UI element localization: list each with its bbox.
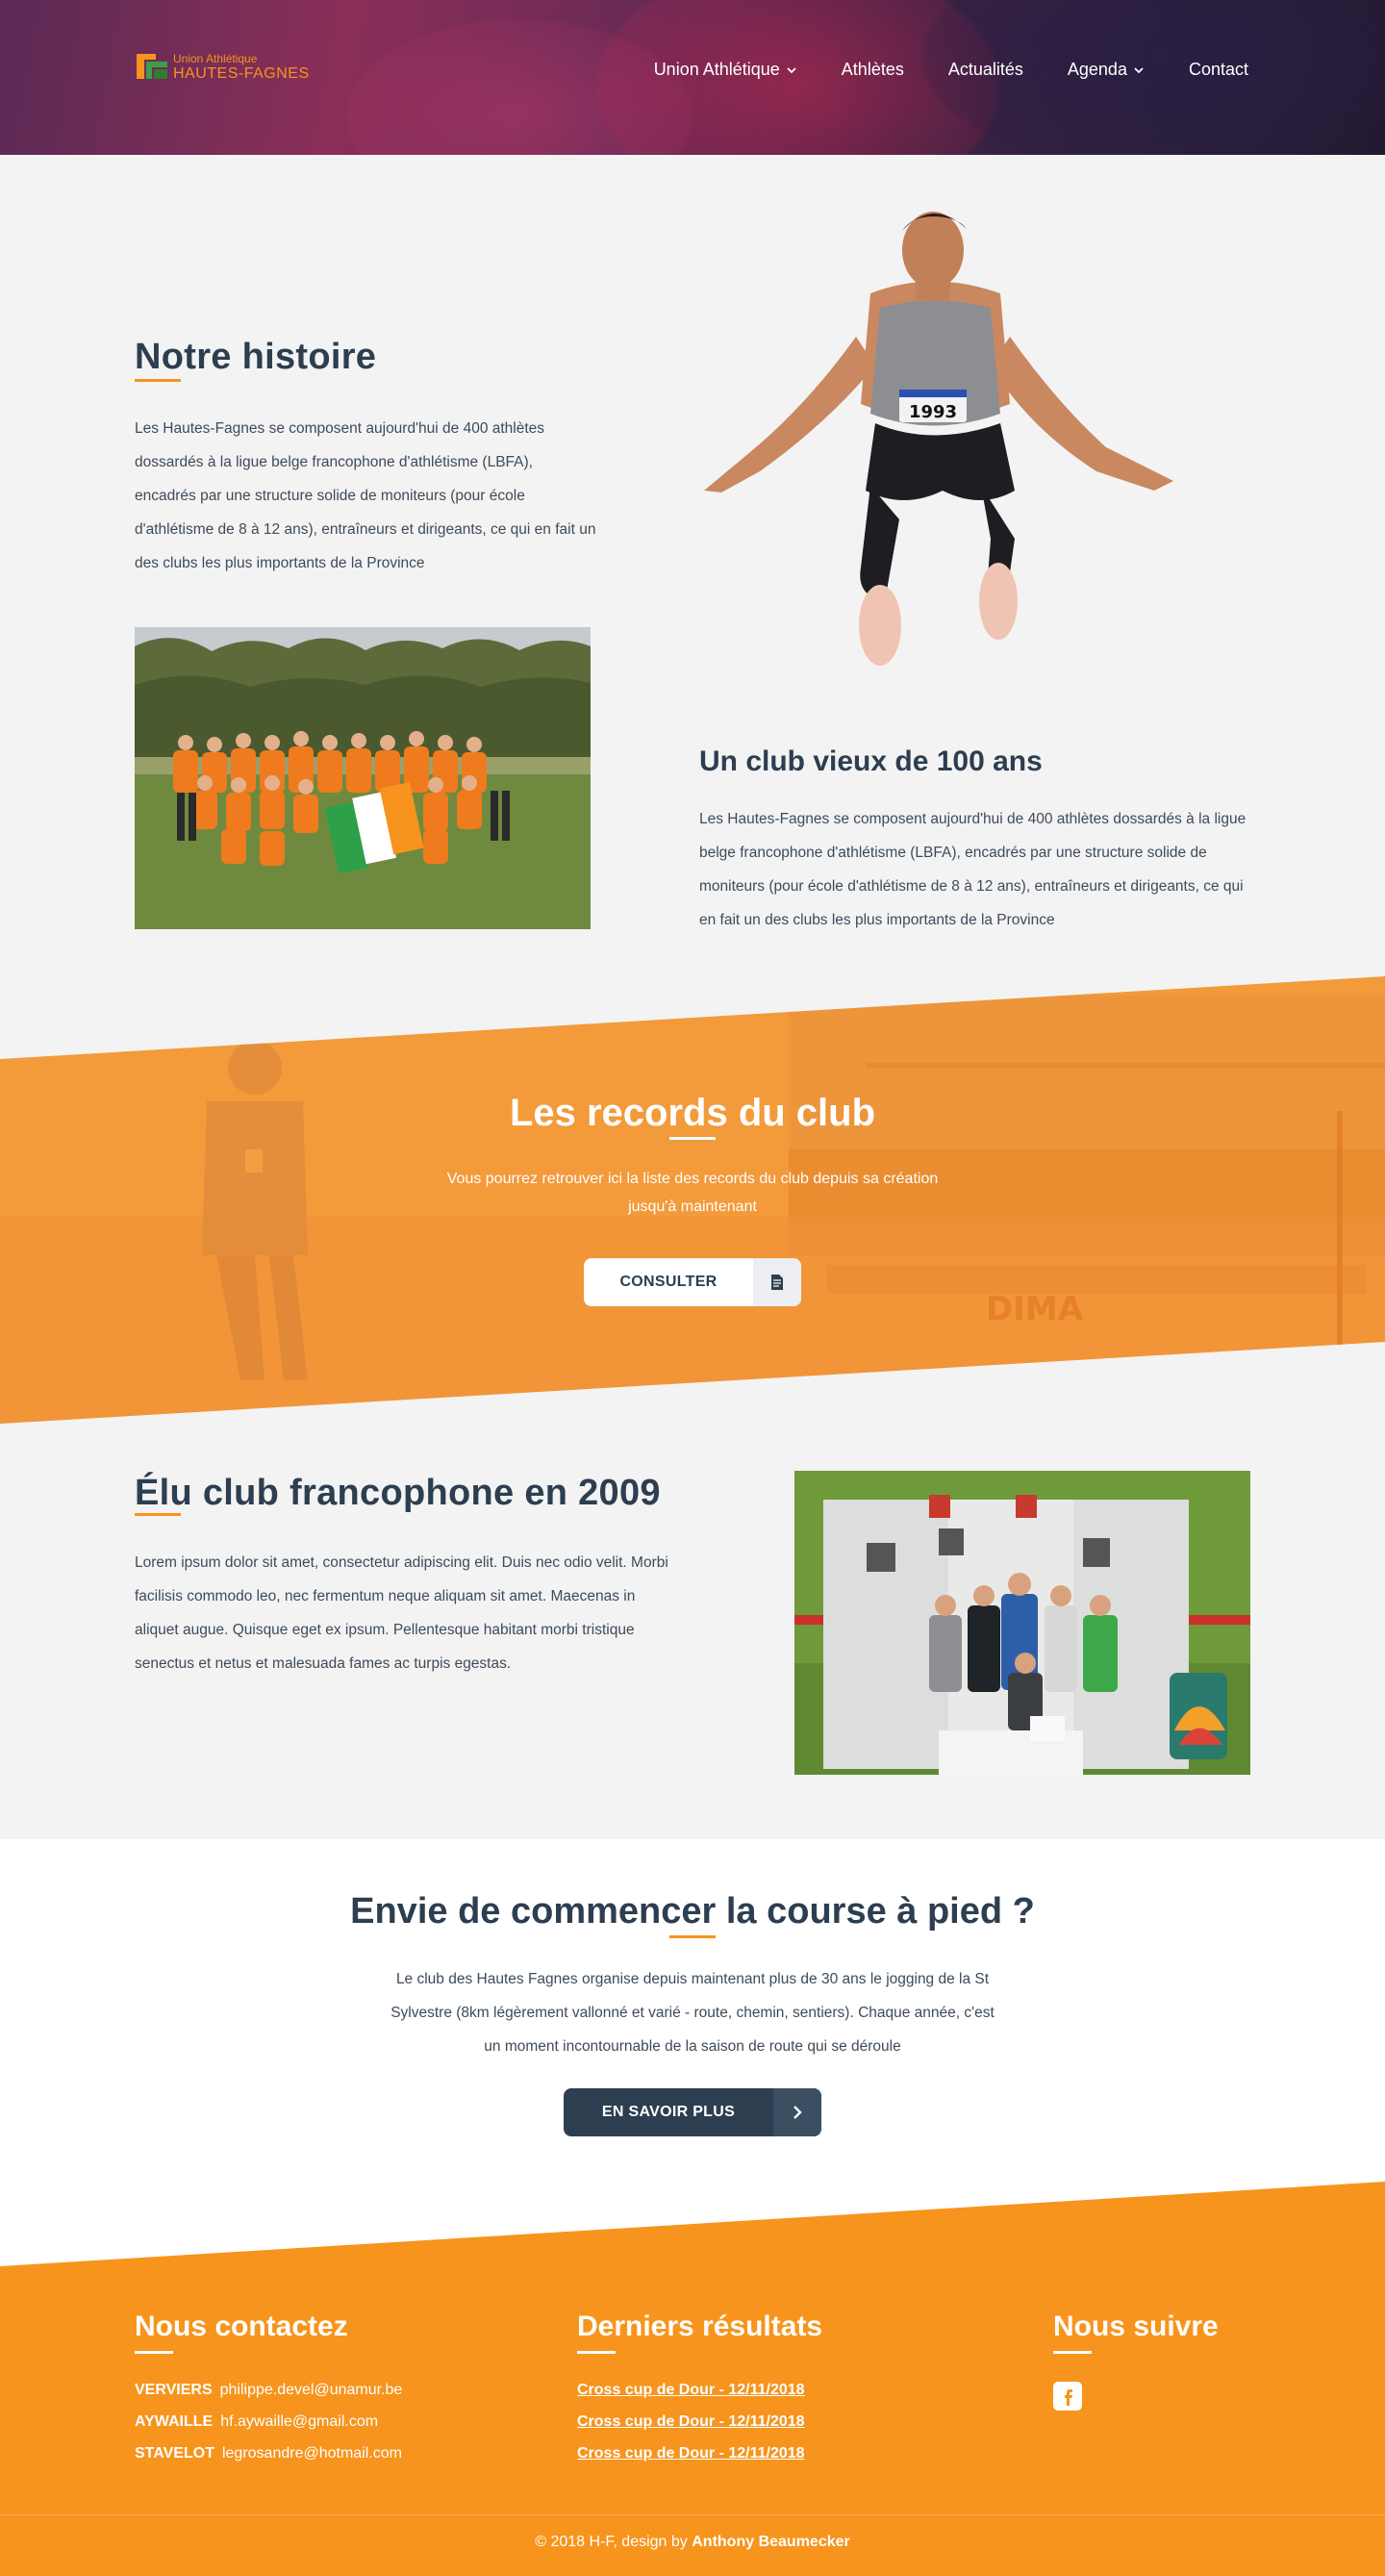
contact-email[interactable]: legrosandre@hotmail.com <box>222 2445 402 2462</box>
site-header: Union Athlétique HAUTES-FAGNES Union Ath… <box>0 0 1385 155</box>
athlete-jump-image: 1993 <box>704 212 1173 666</box>
elected-title: Élu club francophone en 2009 <box>135 1473 661 1513</box>
logo-line2: HAUTES-FAGNES <box>173 65 310 82</box>
running-text: Le club des Hautes Fagnes organise depui… <box>390 1971 995 2055</box>
follow-title: Nous suivre <box>1053 2311 1219 2342</box>
records-text: Vous pourrez retrouver ici la liste des … <box>446 1171 939 1215</box>
history-text: Les Hautes-Fagnes se composent aujourd'h… <box>135 420 596 571</box>
copyright: © 2018 H-F, design by Anthony Beaumecker <box>0 2534 1385 2551</box>
contact-email[interactable]: hf.aywaille@gmail.com <box>220 2413 378 2430</box>
copyright-author[interactable]: Anthony Beaumecker <box>692 2534 850 2550</box>
chevron-down-icon <box>787 66 796 73</box>
nav-item-actualites[interactable]: Actualités <box>948 60 1023 80</box>
site-footer: Nous contactez VERVIERS philippe.devel@un… <box>0 2182 1385 2576</box>
results-title: Derniers résultats <box>577 2311 823 2342</box>
nav-item-union-athletique[interactable]: Union Athlétique <box>654 60 797 80</box>
result-link[interactable]: Cross cup de Dour - 12/11/2018 <box>577 2413 805 2431</box>
title-underline <box>577 2351 616 2354</box>
main-nav: Union Athlétique Athlètes Actualités Age… <box>654 60 1248 80</box>
en-savoir-plus-label: EN SAVOIR PLUS <box>601 2104 736 2120</box>
title-underline <box>1053 2351 1092 2354</box>
logo-line1: Union Athlétique <box>173 52 258 65</box>
chevron-right-icon <box>773 2088 821 2136</box>
contact-line: STAVELOT legrosandre@hotmail.com <box>135 2445 402 2462</box>
athlete-bib-number: 1993 <box>909 402 957 422</box>
records-bg-sign: DIMA <box>986 1290 1084 1328</box>
chevron-down-icon <box>1134 66 1144 73</box>
facebook-icon[interactable] <box>1053 2382 1082 2411</box>
contact-line: AYWAILLE hf.aywaille@gmail.com <box>135 2413 378 2431</box>
nav-label: Agenda <box>1067 60 1127 79</box>
elected-text: Lorem ipsum dolor sit amet, consectetur … <box>135 1554 668 1672</box>
contact-email[interactable]: philippe.devel@unamur.be <box>220 2382 403 2398</box>
nav-label: Athlètes <box>841 60 904 79</box>
nav-label: Actualités <box>947 60 1023 79</box>
contact-line: VERVIERS philippe.devel@unamur.be <box>135 2382 402 2399</box>
history-title: Notre histoire <box>135 337 377 377</box>
contact-city: VERVIERS <box>135 2382 213 2398</box>
title-underline <box>135 379 181 382</box>
century-title: Un club vieux de 100 ans <box>699 745 1043 777</box>
document-icon <box>753 1258 801 1306</box>
title-underline <box>669 1935 716 1938</box>
nav-label: Union Athlétique <box>653 60 780 79</box>
century-text: Les Hautes-Fagnes se composent aujourd'h… <box>699 811 1246 928</box>
logo-mark-icon <box>137 54 167 79</box>
running-title: Envie de commencer la course à pied ? <box>350 1891 1035 1932</box>
records-title: Les records du club <box>509 1092 876 1134</box>
consulter-button[interactable]: CONSULTER <box>584 1258 801 1306</box>
contact-city: AYWAILLE <box>135 2413 214 2430</box>
result-link[interactable]: Cross cup de Dour - 12/11/2018 <box>577 2382 805 2399</box>
nav-label: Contact <box>1188 60 1248 79</box>
nav-item-athletes[interactable]: Athlètes <box>842 60 904 80</box>
records-section: DIMA Les records du club Vous pourrez re… <box>0 976 1385 1424</box>
contact-city: STAVELOT <box>135 2445 214 2462</box>
podium-photo <box>794 1471 1250 1775</box>
podium-photo-image <box>794 1471 1250 1775</box>
result-link[interactable]: Cross cup de Dour - 12/11/2018 <box>577 2445 805 2462</box>
footer-background <box>0 2182 1385 2576</box>
nav-item-contact[interactable]: Contact <box>1189 60 1248 80</box>
copyright-text: © 2018 H-F, design by <box>535 2534 688 2550</box>
en-savoir-plus-button[interactable]: EN SAVOIR PLUS <box>564 2088 821 2136</box>
title-underline <box>669 1137 716 1140</box>
team-photo-image <box>135 627 591 929</box>
site-logo[interactable]: Union Athlétique HAUTES-FAGNES <box>135 50 310 85</box>
title-underline <box>135 1513 181 1516</box>
contact-title: Nous contactez <box>135 2311 348 2342</box>
consulter-label: CONSULTER <box>619 1274 718 1290</box>
nav-item-agenda[interactable]: Agenda <box>1068 60 1145 80</box>
team-photo <box>135 627 591 929</box>
title-underline <box>135 2351 173 2354</box>
